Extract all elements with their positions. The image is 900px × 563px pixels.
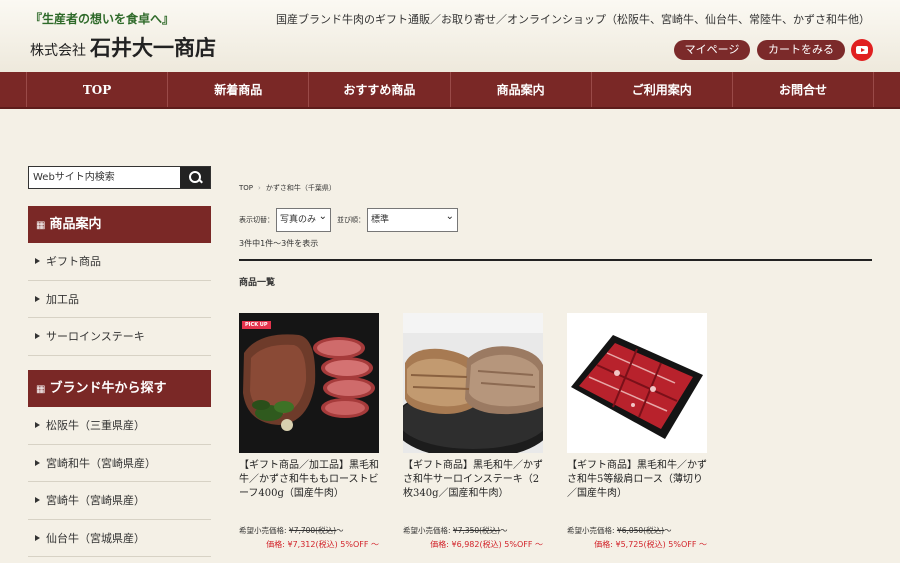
nav-new-items[interactable]: 新着商品 (168, 72, 310, 107)
list-price-suffix: 〜 (336, 526, 344, 535)
nav-guide[interactable]: ご利用案内 (592, 72, 733, 107)
sidebar-item-matsusaka[interactable]: 松阪牛（三重県産） (28, 407, 211, 445)
sort-label: 並び順： (337, 216, 365, 224)
header-description: 国産ブランド牛肉のギフト通販／お取り寄せ／オンラインショップ（松阪牛、宮崎牛、仙… (276, 13, 870, 26)
company-name: 石井大一商店 (90, 35, 216, 60)
product-image-sirloin[interactable] (403, 313, 543, 453)
sidebar-item-sirloin[interactable]: サーロインステーキ (28, 318, 211, 356)
search-input[interactable] (29, 167, 181, 188)
nav-contact[interactable]: お問合せ (733, 72, 875, 107)
sale-price: 価格: ¥7,312(税込) 5%OFF 〜 (266, 540, 379, 549)
tagline: 『生産者の想いを食卓へ』 (30, 12, 175, 26)
sale-price: 価格: ¥6,982(税込) 5%OFF 〜 (430, 540, 543, 549)
mypage-button[interactable]: マイページ (674, 40, 750, 60)
view-select[interactable]: 写真のみ (276, 206, 331, 232)
list-price-suffix: 〜 (664, 526, 672, 535)
main-nav: TOP 新着商品 おすすめ商品 商品案内 ご利用案内 お問合せ (0, 72, 900, 109)
company-prefix: 株式会社 (30, 43, 86, 59)
sidebar-products-heading-label: 商品案内 (49, 217, 102, 232)
pickup-badge: PICK UP (242, 321, 271, 329)
sidebar-brands-heading: ▦ ブランド牛から探す (28, 370, 211, 407)
search-button[interactable] (180, 167, 210, 188)
site-header: 『生産者の想いを食卓へ』 株式会社 石井大一商店 国産ブランド牛肉のギフト通販／お… (0, 0, 900, 72)
product-image-shoulder-loin[interactable] (567, 313, 707, 453)
sidebar-item-sendai[interactable]: 仙台牛（宮城県産） (28, 520, 211, 557)
sidebar-item-miyazaki-wagyu[interactable]: 宮崎和牛（宮崎県産） (28, 445, 211, 482)
cart-button[interactable]: カートをみる (757, 40, 845, 60)
sidebar-products-list: ギフト商品 加工品 サーロインステーキ (28, 243, 211, 356)
nav-products[interactable]: 商品案内 (451, 72, 592, 107)
grid-icon: ▦ (36, 384, 46, 395)
list-price-suffix: 〜 (500, 526, 508, 535)
nav-top[interactable]: TOP (26, 72, 169, 107)
product-name[interactable]: 【ギフト商品／加工品】黒毛和牛／かずさ和牛ももローストビーフ400g（国産牛肉） (239, 459, 379, 515)
site-logo[interactable]: 株式会社 石井大一商店 (30, 32, 216, 62)
product-image-roast-beef[interactable]: PICK UP (239, 313, 379, 453)
chevron-right-icon: › (258, 184, 261, 192)
sidebar-brands-list: 松阪牛（三重県産） 宮崎和牛（宮崎県産） 宮崎牛（宮崎県産） 仙台牛（宮城県産） (28, 407, 211, 557)
list-price: 希望小売価格: ¥6,050(税込)〜 (567, 525, 707, 536)
divider (239, 259, 872, 261)
product-card[interactable]: PICK UP 【ギフト商品／加工品】黒毛和牛／かずさ和牛ももローストビーフ40… (239, 313, 379, 550)
sidebar-item-gift[interactable]: ギフト商品 (28, 243, 211, 281)
result-count: 3件中1件〜3件を表示 (239, 239, 319, 248)
view-switch-label: 表示切替： (239, 216, 274, 224)
shoulder-loin-photo (567, 313, 707, 453)
list-price-label: 希望小売価格: (403, 526, 451, 535)
list-price: 希望小売価格: ¥7,700(税込)〜 (239, 525, 379, 536)
roast-beef-photo (239, 313, 379, 453)
product-name[interactable]: 【ギフト商品】黒毛和牛／かずさ和牛サーロインステーキ（2枚340g／国産和牛肉） (403, 459, 543, 515)
breadcrumb: TOP › かずさ和牛（千葉県） (239, 183, 336, 193)
product-card[interactable]: 【ギフト商品】黒毛和牛／かずさ和牛5等級肩ロース（薄切り／国産牛肉） 希望小売価… (567, 313, 707, 550)
sidebar-products-heading: ▦ 商品案内 (28, 206, 211, 243)
list-price-value: ¥6,050(税込) (616, 526, 665, 535)
sidebar-item-miyazaki-gyu[interactable]: 宮崎牛（宮崎県産） (28, 482, 211, 520)
youtube-icon[interactable] (851, 39, 873, 61)
list-price-label: 希望小売価格: (239, 526, 287, 535)
list-price-value: ¥7,350(税込) (452, 526, 501, 535)
product-card[interactable]: 【ギフト商品】黒毛和牛／かずさ和牛サーロインステーキ（2枚340g／国産和牛肉）… (403, 313, 543, 550)
sidebar-item-processed[interactable]: 加工品 (28, 281, 211, 318)
grid-icon: ▦ (36, 220, 46, 231)
list-price: 希望小売価格: ¥7,350(税込)〜 (403, 525, 543, 536)
sale-price: 価格: ¥5,725(税込) 5%OFF 〜 (594, 540, 707, 549)
sirloin-steak-photo (403, 313, 543, 453)
nav-recommended[interactable]: おすすめ商品 (309, 72, 451, 107)
sidebar-brands-heading-label: ブランド牛から探す (49, 381, 167, 396)
list-price-label: 希望小売価格: (567, 526, 615, 535)
product-list-title: 商品一覧 (239, 278, 276, 288)
breadcrumb-home[interactable]: TOP (239, 184, 253, 192)
list-price-value: ¥7,700(税込) (288, 526, 337, 535)
product-name[interactable]: 【ギフト商品】黒毛和牛／かずさ和牛5等級肩ロース（薄切り／国産牛肉） (567, 459, 707, 515)
list-filters: 表示切替：写真のみ並び順：標準 (239, 206, 458, 232)
site-search (28, 166, 211, 189)
breadcrumb-current: かずさ和牛（千葉県） (265, 184, 336, 192)
sort-select[interactable]: 標準 (367, 206, 458, 232)
